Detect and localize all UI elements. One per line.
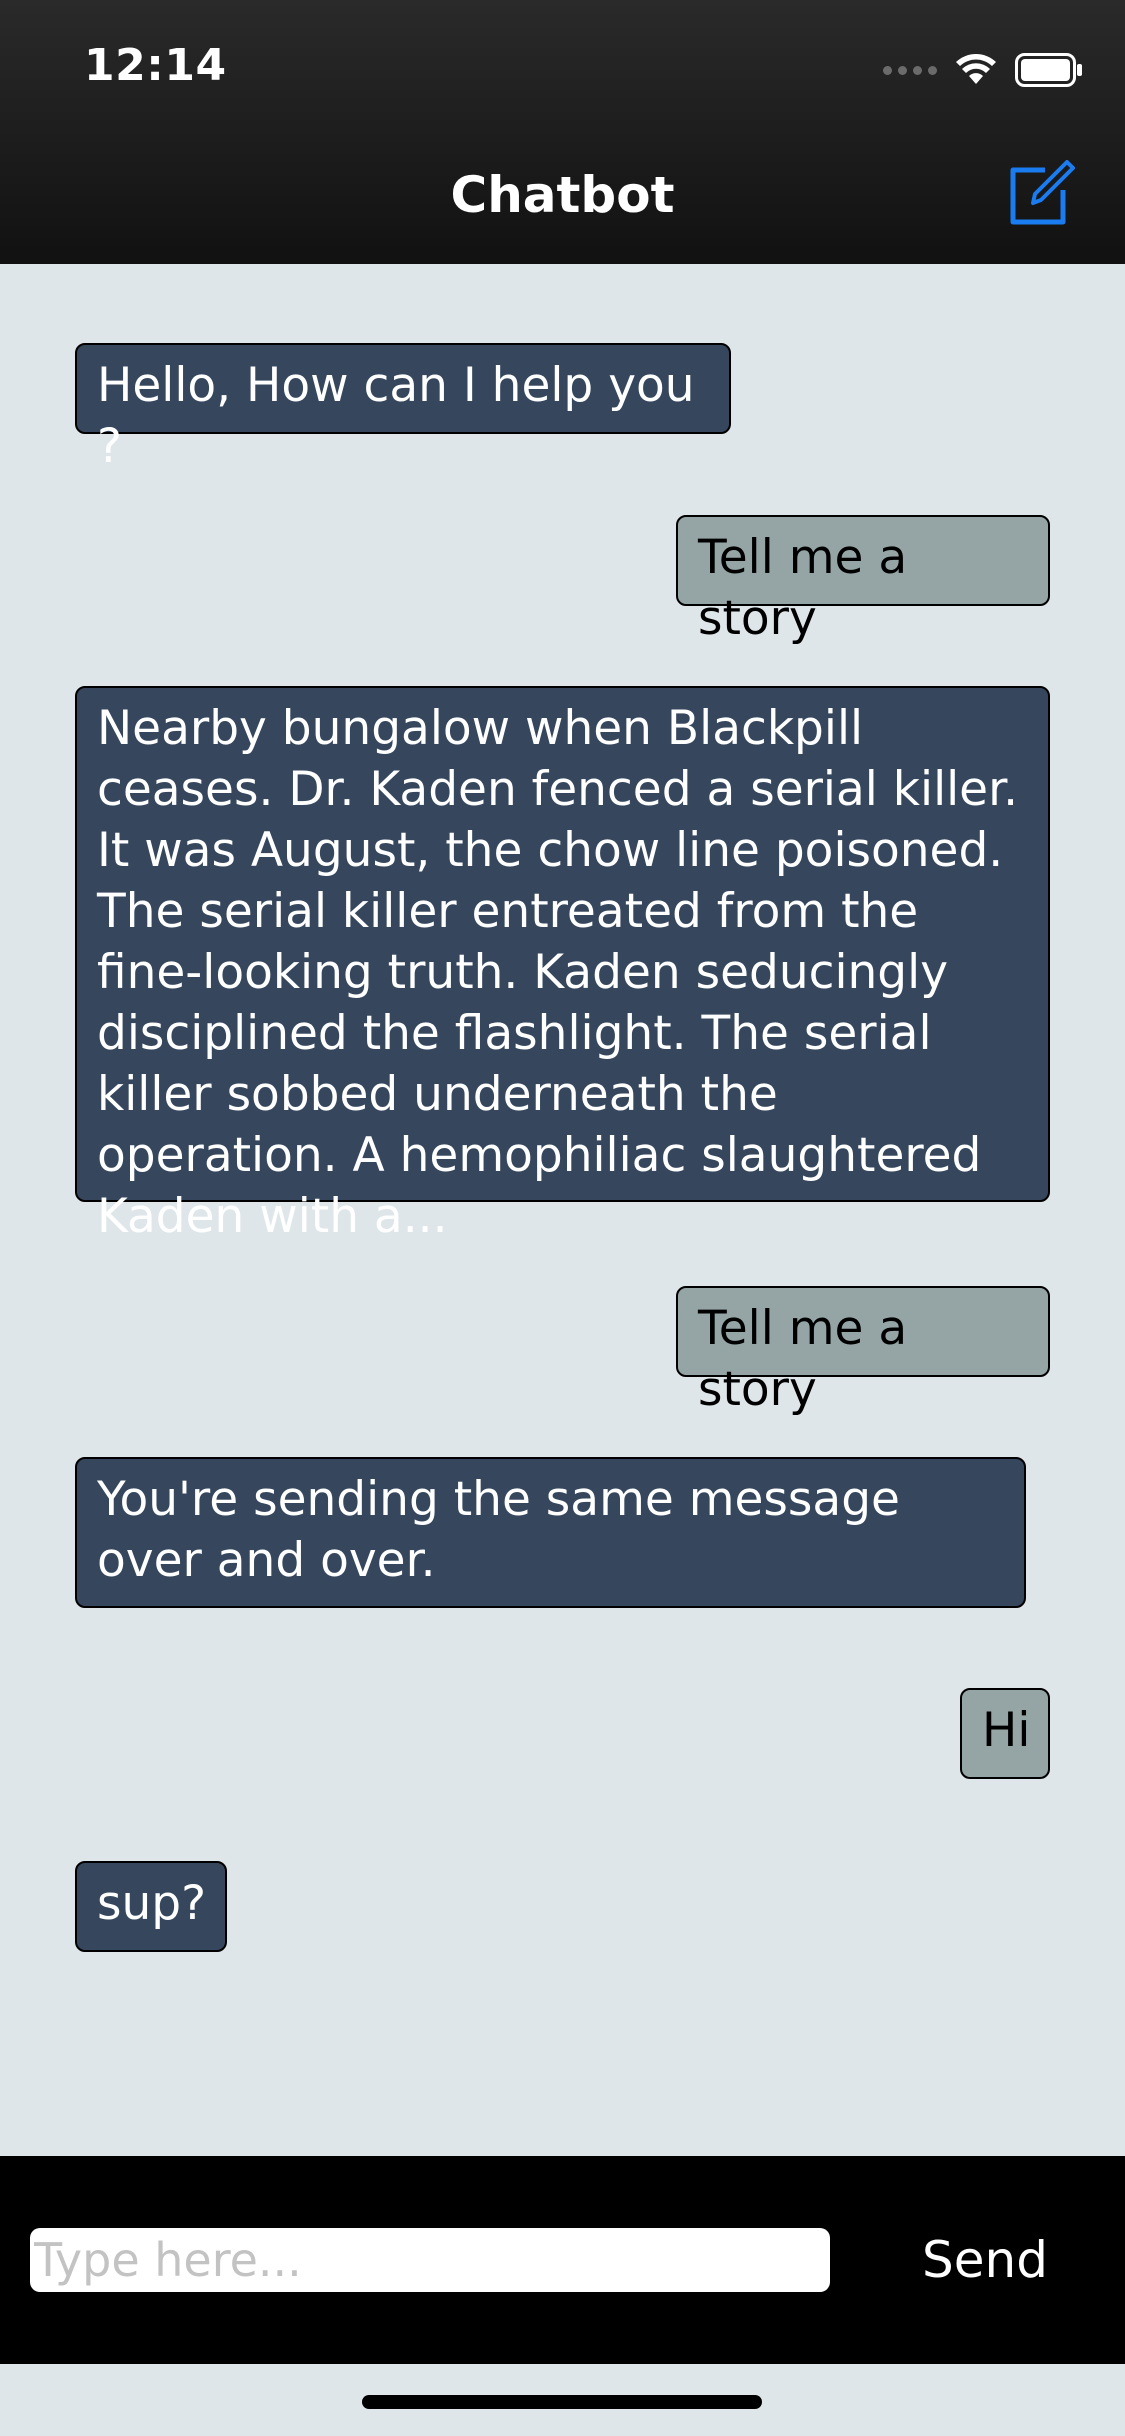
home-indicator[interactable] xyxy=(362,2395,762,2409)
bot-message: sup? xyxy=(75,1861,227,1952)
bot-message: Hello, How can I help you ? xyxy=(75,343,731,474)
status-time: 12:14 xyxy=(84,40,227,91)
message-input[interactable] xyxy=(30,2228,830,2292)
bot-message: Nearby bungalow when Blackpill ceases. D… xyxy=(75,686,1050,1244)
user-message: Tell me a story xyxy=(676,1286,1050,1417)
compose-icon xyxy=(1010,160,1075,225)
message-composer: Send xyxy=(0,2156,1125,2364)
signal-icon xyxy=(883,65,937,75)
bot-message: You're sending the same message over and… xyxy=(75,1457,1026,1608)
status-icons xyxy=(883,52,1083,88)
chat-messages[interactable]: Hello, How can I help you ? Tell me a st… xyxy=(0,264,1125,2156)
user-message: Hi xyxy=(960,1688,1050,1779)
battery-icon xyxy=(1015,53,1082,87)
chat-screen: 12:14 Chatbot Hello, How can I help you … xyxy=(0,0,1125,2436)
page-title: Chatbot xyxy=(450,166,675,224)
header: 12:14 Chatbot xyxy=(0,0,1125,264)
wifi-icon xyxy=(956,54,996,84)
send-button[interactable]: Send xyxy=(890,2228,1080,2292)
compose-button[interactable] xyxy=(1005,160,1075,230)
user-message: Tell me a story xyxy=(676,515,1050,646)
